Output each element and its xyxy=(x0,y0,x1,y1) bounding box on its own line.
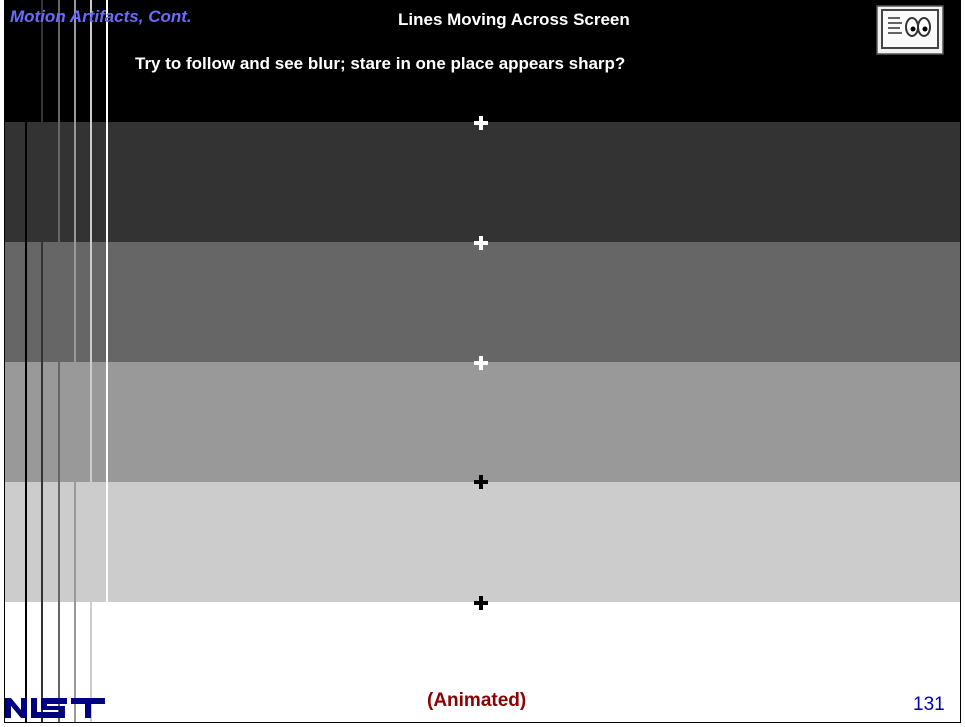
animated-note: (Animated) xyxy=(427,690,527,711)
framed-eye-icon xyxy=(876,5,944,55)
slide-frame xyxy=(4,0,961,723)
page-number: 131 xyxy=(913,694,945,715)
slide-subtitle: Try to follow and see blur; stare in one… xyxy=(135,54,626,73)
slide-title: Lines Moving Across Screen xyxy=(398,10,630,29)
slide: Motion Artifacts, Cont. Lines Moving Acr… xyxy=(0,0,965,727)
nist-logo xyxy=(5,698,105,718)
section-title: Motion Artifacts, Cont. xyxy=(10,7,192,26)
